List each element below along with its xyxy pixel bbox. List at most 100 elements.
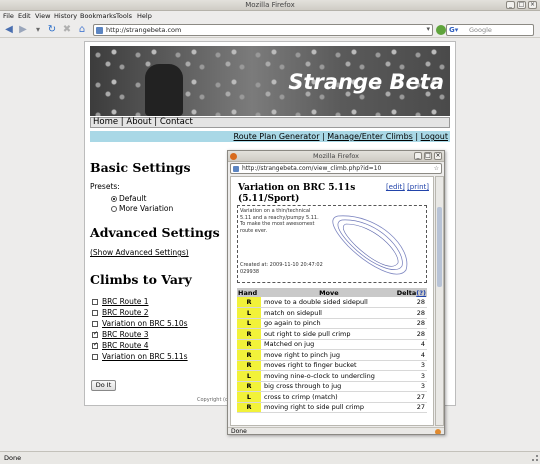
advanced-settings-heading: Advanced Settings	[90, 225, 220, 240]
history-dropdown-icon[interactable]: ▾	[32, 24, 44, 36]
hand-cell: L	[237, 391, 261, 403]
maximize-button[interactable]: □	[517, 1, 526, 9]
preset-more-variation-radio[interactable]	[111, 206, 117, 212]
climb-description: Variation on a thin/technical 5.11 and a…	[240, 208, 319, 234]
site-favicon-icon	[96, 27, 103, 34]
popup-scrollbar[interactable]	[435, 176, 444, 426]
search-bar[interactable]: G▾ Google	[446, 24, 534, 36]
delta-cell: 3	[396, 381, 427, 392]
nav-about-link[interactable]: About	[126, 117, 151, 127]
hand-cell: R	[237, 349, 261, 361]
url-bar[interactable]: http://strangebeta.com ▾	[93, 24, 433, 36]
climb-link-variation-5-10[interactable]: Variation on BRC 5.10s	[102, 319, 188, 328]
popup-status-bar: Done	[228, 427, 444, 434]
climb-link-brc-route-2[interactable]: BRC Route 2	[102, 308, 149, 317]
preset-default-label[interactable]: Default	[119, 194, 146, 203]
popup-minimize-button[interactable]: _	[414, 152, 422, 160]
forward-icon[interactable]: ▶	[17, 24, 29, 36]
manage-climbs-link[interactable]: Manage/Enter Climbs	[327, 132, 413, 141]
climb-checkbox-variation-5-10[interactable]	[92, 321, 98, 327]
resize-grip-icon[interactable]	[532, 455, 538, 461]
table-row: Rmoves right to finger bucket 3	[237, 360, 427, 371]
back-icon[interactable]: ◀	[3, 24, 15, 36]
show-advanced-settings-link[interactable]: (Show Advanced Settings)	[90, 248, 189, 257]
menu-tools[interactable]: Tools	[116, 12, 132, 20]
delta-cell: 4	[396, 349, 427, 361]
popup-url-text[interactable]: http://strangebeta.com/view_climb.php?id…	[242, 165, 381, 172]
table-row: Rmove right to pinch jug 4	[237, 349, 427, 361]
climb-link-brc-route-3[interactable]: BRC Route 3	[102, 330, 149, 339]
climb-info-box: Variation on a thin/technical 5.11 and a…	[237, 205, 427, 283]
delta-cell: 28	[396, 307, 427, 319]
climb-created-at: Created at: 2009-11-10 20:47:02 029938	[240, 262, 323, 275]
delta-cell: 3	[396, 360, 427, 371]
popup-status-icon	[435, 429, 441, 434]
popup-site-info-icon[interactable]: ☆	[434, 165, 439, 172]
move-cell: moving nine-o-clock to undercling	[261, 370, 397, 382]
popup-content: Variation on BRC 5.11s (5.11/Sport) [edi…	[230, 176, 434, 426]
url-dropdown-icon[interactable]: ▾	[426, 25, 430, 33]
delta-help-link[interactable]: (?)	[416, 289, 426, 297]
nav-contact-link[interactable]: Contact	[160, 117, 193, 127]
move-column-header: Move	[261, 288, 397, 297]
logout-link[interactable]: Logout	[421, 132, 448, 141]
top-navigation: Home | About | Contact	[90, 117, 450, 128]
hand-cell: R	[237, 328, 261, 340]
move-cell: go again to pinch	[261, 318, 397, 329]
climb-checkbox-brc-route-1[interactable]	[92, 299, 98, 305]
preset-more-variation-label[interactable]: More Variation	[119, 204, 173, 213]
route-shape-graphic	[332, 215, 408, 275]
url-text[interactable]: http://strangebeta.com	[106, 26, 181, 34]
do-it-button[interactable]: Do It	[91, 380, 116, 391]
preset-default-radio[interactable]	[111, 196, 117, 202]
copyright-text: Copyright (c)	[197, 397, 230, 403]
minimize-button[interactable]: _	[506, 1, 515, 9]
climb-checkbox-brc-route-3[interactable]	[92, 330, 98, 338]
climbs-to-vary-heading: Climbs to Vary	[90, 272, 192, 287]
popup-window-title: Mozilla Firefox	[313, 152, 359, 160]
menu-history[interactable]: History	[54, 12, 77, 20]
climb-checkbox-brc-route-4[interactable]	[92, 341, 98, 349]
search-engine-icon[interactable]: G▾	[449, 26, 458, 34]
moves-table: Hand Move Delta(?) Rmove to a double sid…	[237, 288, 427, 413]
navigation-toolbar: ◀ ▶ ▾ ↻ ✖ ⌂ http://strangebeta.com ▾ G▾ …	[0, 22, 540, 38]
move-cell: move right to pinch jug	[261, 349, 397, 361]
menu-bar: File Edit View History Bookmarks Tools H…	[0, 11, 540, 22]
climb-link-brc-route-1[interactable]: BRC Route 1	[102, 297, 149, 306]
status-bar: Done	[0, 451, 540, 464]
search-input[interactable]: Google	[469, 26, 492, 34]
print-link[interactable]: [print]	[407, 183, 429, 191]
nav-home-link[interactable]: Home	[93, 117, 118, 127]
climb-checkbox-brc-route-2[interactable]	[92, 310, 98, 316]
menu-edit[interactable]: Edit	[18, 12, 31, 20]
move-cell: moves right to finger bucket	[261, 360, 397, 371]
hand-cell: R	[237, 339, 261, 350]
popup-maximize-button[interactable]: □	[424, 152, 432, 160]
popup-scrollbar-thumb[interactable]	[437, 207, 442, 287]
close-button[interactable]: ×	[528, 1, 537, 9]
edit-link[interactable]: [edit]	[386, 183, 405, 191]
table-row: Lgo again to pinch 28	[237, 318, 427, 329]
move-cell: cross to crimp (match)	[261, 391, 397, 403]
menu-bookmarks[interactable]: Bookmarks	[80, 12, 116, 20]
route-plan-generator-link[interactable]: Route Plan Generator	[234, 132, 320, 141]
home-icon[interactable]: ⌂	[76, 24, 88, 36]
presets-label: Presets:	[90, 182, 120, 191]
stop-icon[interactable]: ✖	[61, 24, 73, 36]
popup-close-button[interactable]: ×	[434, 152, 442, 160]
header-banner: Strange Beta	[90, 46, 450, 116]
climb-link-variation-5-11[interactable]: Variation on BRC 5.11s	[102, 352, 188, 361]
delta-column-header: Delta(?)	[396, 288, 427, 297]
reload-icon[interactable]: ↻	[46, 24, 58, 36]
popup-url-bar[interactable]: http://strangebeta.com/view_climb.php?id…	[230, 163, 442, 174]
table-row: Lmoving nine-o-clock to undercling 3	[237, 370, 427, 382]
menu-file[interactable]: File	[3, 12, 14, 20]
climb-checkbox-variation-5-11[interactable]	[92, 354, 98, 360]
climb-link-brc-route-4[interactable]: BRC Route 4	[102, 341, 149, 350]
hand-cell: L	[237, 307, 261, 319]
menu-view[interactable]: View	[35, 12, 50, 20]
go-icon[interactable]	[436, 25, 446, 35]
menu-help[interactable]: Help	[137, 12, 152, 20]
table-row: Rmoving right to side pull crimp 27	[237, 402, 427, 413]
table-row: Rbig cross through to jug 3	[237, 381, 427, 392]
